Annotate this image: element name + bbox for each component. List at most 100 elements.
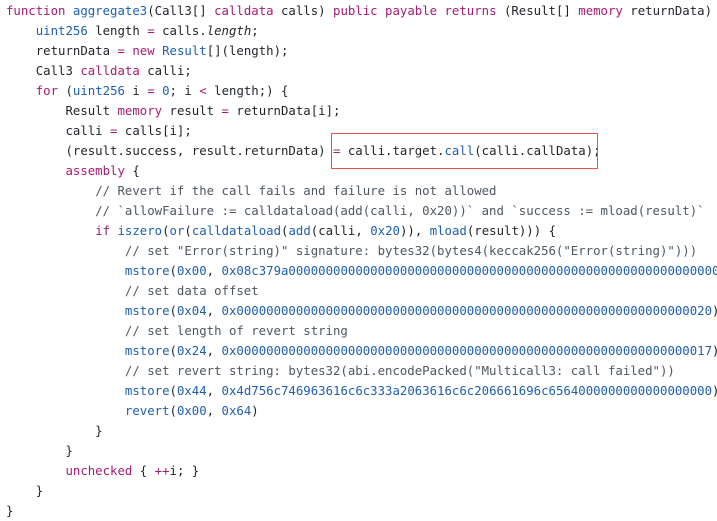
code-token: } xyxy=(6,484,44,498)
code-token: i xyxy=(124,84,148,98)
code-token: Call3 xyxy=(6,64,81,78)
code-token: 0x00000000000000000000000000000000000000… xyxy=(221,344,713,358)
code-token: aggregate3 xyxy=(72,4,148,18)
code-token: (calli.callData); xyxy=(474,144,601,158)
code-token: calls. xyxy=(154,24,207,38)
code-token: calli.target. xyxy=(340,144,445,158)
code-line: uint256 length = calls.length; xyxy=(6,21,717,41)
code-token: length xyxy=(87,24,148,38)
code-token: (result))) { xyxy=(466,224,557,238)
code-token: for xyxy=(35,84,59,98)
code-line: // set revert string: bytes32(abi.encode… xyxy=(6,361,717,381)
code-token: (result.success, result.returnData) xyxy=(6,144,333,158)
code-line: returnData = new Result[](length); xyxy=(6,41,717,61)
code-token: public payable returns xyxy=(333,4,497,18)
code-token: 0x00 xyxy=(176,404,207,418)
code-token: length;) { xyxy=(206,84,289,98)
code-token: length xyxy=(206,24,252,38)
code-token: 0x64 xyxy=(221,404,252,418)
code-token: )), xyxy=(399,224,430,238)
code-token: 0x24 xyxy=(176,344,207,358)
code-line: function aggregate3(Call3[] calldata cal… xyxy=(6,1,717,21)
code-token: unchecked xyxy=(65,464,133,478)
code-line: // Revert if the call fails and failure … xyxy=(6,181,717,201)
code-token: or xyxy=(169,224,185,238)
code-token: new xyxy=(132,44,155,58)
code-token: mstore xyxy=(124,344,170,358)
code-token: i; } xyxy=(169,464,200,478)
code-token: ) xyxy=(712,304,717,318)
code-line: calli = calls[i]; xyxy=(6,121,717,141)
code-token: ( xyxy=(58,84,73,98)
code-token: ) xyxy=(712,384,717,398)
code-token: ( xyxy=(169,304,177,318)
code-token: , xyxy=(206,344,222,358)
code-token: 0x20 xyxy=(370,224,400,238)
code-token: ; i xyxy=(169,84,200,98)
code-token: ( xyxy=(162,224,170,238)
code-line: if iszero(or(calldataload(add(calli, 0x2… xyxy=(6,221,717,241)
code-line: for (uint256 i = 0; i < length;) { xyxy=(6,81,717,101)
code-token: = xyxy=(147,84,155,98)
code-line: } xyxy=(6,481,717,501)
code-token: uint256 xyxy=(72,84,125,98)
code-line: // set data offset xyxy=(6,281,717,301)
code-token: returnData xyxy=(6,44,118,58)
code-token: (Call3[] xyxy=(147,4,215,18)
code-token: returnData) { xyxy=(622,4,717,18)
code-token: // set length of revert string xyxy=(124,324,348,338)
code-token: // set data offset xyxy=(124,284,259,298)
code-token: [](length); xyxy=(206,44,289,58)
code-token: calldata xyxy=(214,4,274,18)
code-token: ( xyxy=(169,344,177,358)
code-token: assembly xyxy=(65,164,125,178)
code-token: iszero xyxy=(117,224,163,238)
code-token: = xyxy=(221,104,229,118)
code-line: mstore(0x04, 0x0000000000000000000000000… xyxy=(6,301,717,321)
code-token: , xyxy=(206,264,222,278)
code-token: calls) xyxy=(273,4,334,18)
code-token: memory xyxy=(578,4,623,18)
code-token: ( xyxy=(184,224,192,238)
code-line: revert(0x00, 0x64) xyxy=(6,401,717,421)
code-token: = xyxy=(147,24,155,38)
code-token: 0x08c379a0000000000000000000000000000000… xyxy=(221,264,717,278)
code-line: mstore(0x44, 0x4d756c746963616c6c333a206… xyxy=(6,381,717,401)
code-line: // set "Error(string)" signature: bytes3… xyxy=(6,241,717,261)
code-token: , xyxy=(206,404,222,418)
code-token: 0x4d756c746963616c6c333a2063616c6c206661… xyxy=(221,384,713,398)
code-token: ) xyxy=(712,344,717,358)
code-token: mstore xyxy=(124,384,170,398)
code-line: Result memory result = returnData[i]; xyxy=(6,101,717,121)
code-line: } xyxy=(6,501,717,521)
code-token: , xyxy=(206,304,222,318)
code-token: add xyxy=(288,224,311,238)
code-token: 0x00 xyxy=(176,264,207,278)
code-token: 0x44 xyxy=(176,384,207,398)
code-token: ( xyxy=(169,404,177,418)
code-token: calli xyxy=(6,124,111,138)
code-token: ( xyxy=(169,384,177,398)
code-token: mstore xyxy=(124,264,170,278)
code-token: Result xyxy=(6,104,118,118)
code-token: (calli, xyxy=(310,224,371,238)
code-token: calli; xyxy=(139,64,192,78)
code-token: (Result[] xyxy=(496,4,579,18)
code-token: 0 xyxy=(162,84,170,98)
code-token: } xyxy=(6,504,14,518)
code-token: calls[i]; xyxy=(117,124,192,138)
code-line: } xyxy=(6,441,717,461)
